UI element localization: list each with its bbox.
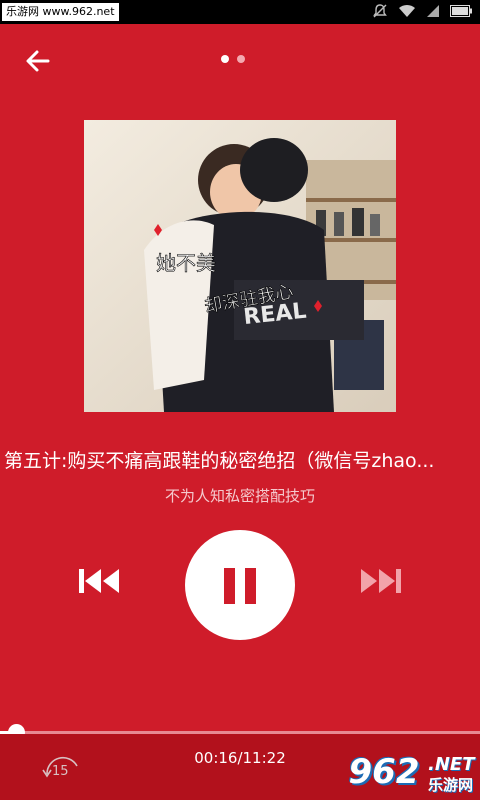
page-dot-active[interactable] [221, 55, 229, 63]
track-subtitle: 不为人知私密搭配技巧 [164, 487, 315, 505]
status-icons [372, 3, 472, 19]
page-indicator [221, 55, 245, 63]
track-title: 第五计:购买不痛高跟鞋的秘密绝招（微信号zhao... [4, 450, 435, 472]
back-button[interactable] [24, 47, 52, 75]
watermark-number: 962 [348, 752, 420, 792]
watermark-logo: 962 .NET 乐游网 [340, 748, 476, 796]
skip-next-icon [361, 569, 401, 593]
wifi-icon [398, 4, 416, 18]
album-cover: REAL 她不美 却深驻我心 [84, 120, 396, 412]
site-label: 乐游网 www.962.net [2, 3, 119, 21]
arrow-left-icon [26, 50, 50, 72]
page-dot[interactable] [237, 55, 245, 63]
watermark-suffix: .NET [428, 754, 475, 775]
cover-caption-1: 她不美 [156, 251, 216, 275]
next-button[interactable] [357, 565, 405, 597]
play-pause-button[interactable] [185, 530, 295, 640]
watermark-name: 乐游网 [428, 776, 474, 794]
previous-button[interactable] [75, 565, 123, 597]
pause-icon-bar [245, 568, 256, 604]
signal-icon [426, 4, 440, 18]
pause-icon [224, 568, 235, 604]
cover-image: REAL 她不美 却深驻我心 [84, 120, 396, 412]
status-bar: 乐游网 www.962.net [0, 0, 480, 24]
notification-muted-icon [372, 3, 388, 19]
battery-icon [450, 5, 472, 17]
skip-previous-icon [79, 569, 119, 593]
